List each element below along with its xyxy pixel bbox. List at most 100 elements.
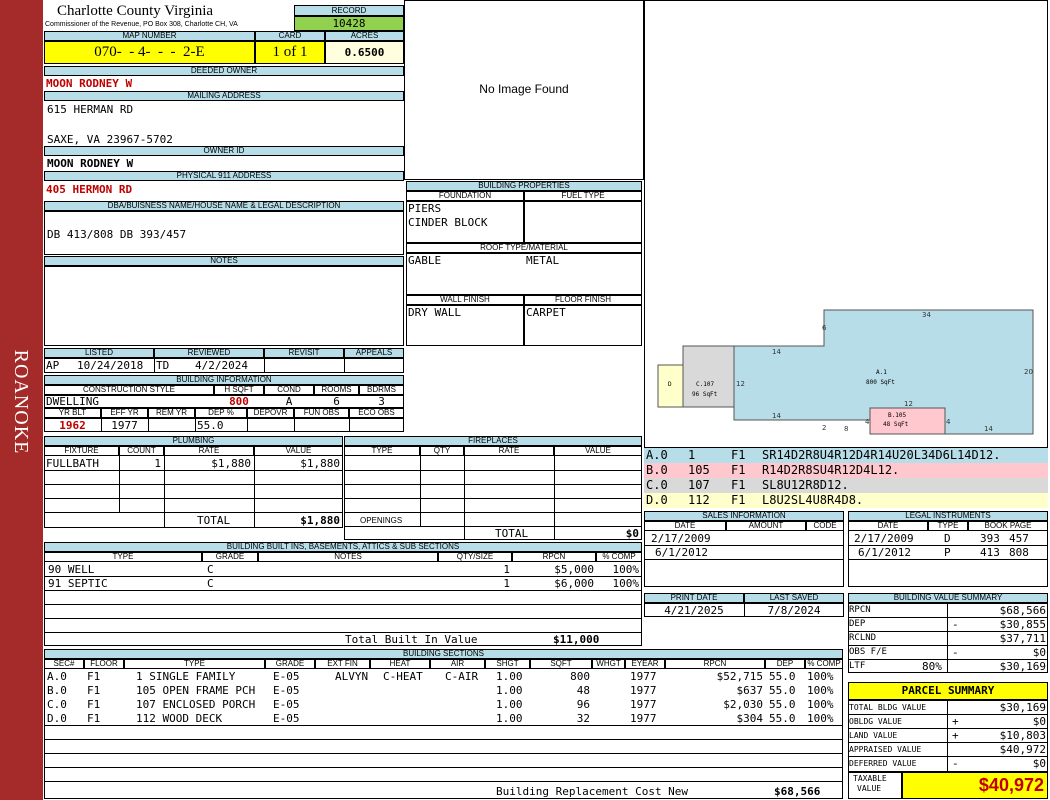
builtins-total-label: Total Built In Value: [345, 633, 478, 646]
code-str-0: SR14D2R8U4R12D4R14U20L34D6L14D12.: [762, 448, 1001, 462]
floor-finish: CARPET: [526, 306, 566, 319]
remyr-label: REM YR: [148, 408, 195, 418]
section-rpcn-0: $52,715: [716, 670, 763, 683]
parcel-value-3: $40,972: [999, 743, 1046, 756]
parcel-value-2: $10,803: [999, 729, 1046, 742]
sketch-dim: 14: [772, 412, 781, 420]
sales-col-code: CODE: [806, 521, 844, 531]
roof-box: [406, 253, 642, 295]
sec-col-extfin: EXT FIN: [315, 659, 370, 669]
section-floor-3: F1: [87, 712, 101, 725]
last-saved: 7/8/2024: [767, 604, 821, 617]
roof-material: METAL: [526, 254, 560, 267]
sec-col-shgt: SHGT: [485, 659, 530, 669]
builtin-grade-0: C: [207, 563, 214, 576]
taxable-label-2: VALUE: [857, 784, 882, 793]
section-sec-3: D.0: [47, 712, 67, 725]
builtin-grade-1: C: [207, 577, 214, 590]
section-eyear-2: 1977: [630, 698, 657, 711]
sec-col-whgt: WHGT: [592, 659, 625, 669]
physical-address-label: PHYSICAL 911 ADDRESS: [44, 171, 404, 181]
bvs-value-0: $68,566: [999, 604, 1046, 617]
section-sec-1: B.0: [47, 684, 67, 697]
acres-label: ACRES: [325, 31, 404, 41]
plumbing-value-0: $1,880: [300, 457, 340, 470]
print-date: 4/21/2025: [664, 604, 724, 617]
section-sqft-1: 48: [576, 684, 590, 697]
section-floor-0: F1: [87, 670, 101, 683]
plumbing-col-value: VALUE: [254, 446, 343, 456]
builtin-qty-1: 1: [503, 577, 510, 590]
sketch-label-b-sqft: 48 SqFt: [883, 421, 909, 428]
bvs-label-1: DEP: [849, 619, 866, 629]
listed-label: LISTED: [44, 348, 154, 358]
ecoobs-label: ECO OBS: [349, 408, 404, 418]
sketch-label-d: D: [668, 381, 672, 388]
sec-col-comp: % COMP: [805, 659, 843, 669]
roof-type: GABLE: [408, 254, 442, 267]
legal-book-1: 413: [980, 546, 1000, 559]
construction-style-label: CONSTRUCTION STYLE: [44, 385, 214, 395]
sketch-label-b: B.105: [888, 412, 906, 419]
section-shgt-1: 1.00: [496, 684, 523, 697]
commissioner-line: Commissioner of the Revenue, PO Box 308,…: [45, 21, 238, 28]
fireplaces-label: FIREPLACES: [344, 436, 642, 446]
effyr-label: EFF YR: [101, 408, 148, 418]
code-floor-2: F1: [731, 478, 746, 492]
builtins-col-type: TYPE: [44, 552, 202, 562]
sketch-dim: 12: [904, 400, 913, 408]
section-eyear-3: 1977: [630, 712, 657, 725]
plumbing-rate-0: $1,880: [211, 457, 251, 470]
sec-col-air: AIR: [430, 659, 485, 669]
bvs-value-4: $30,169: [999, 660, 1046, 673]
section-comp-1: 100%: [807, 684, 834, 697]
hsqft-label: H SQFT: [214, 385, 264, 395]
legal-page-0: 457: [1009, 532, 1029, 545]
code-floor-3: F1: [731, 493, 746, 507]
bvs-label: BUILDING VALUE SUMMARY: [848, 593, 1048, 603]
builtin-rpcn-0: $5,000: [554, 563, 594, 576]
section-air-0: C-AIR: [445, 670, 479, 683]
fireplace-col-qty: QTY: [420, 446, 464, 456]
section-dep-3: 55.0: [769, 712, 796, 725]
notes-label: NOTES: [44, 256, 404, 266]
taxable-value: $40,972: [978, 775, 1044, 795]
builtins-col-notes: NOTES: [258, 552, 438, 562]
builtin-qty-0: 1: [503, 563, 510, 576]
fireplaces-total: $0: [625, 527, 639, 540]
reviewer: TD: [156, 359, 170, 372]
plumbing-label: PLUMBING: [44, 436, 343, 446]
taxable-label-1: TAXABLE: [853, 774, 887, 783]
section-rpcn-3: $304: [736, 712, 764, 725]
section-grade-0: E-05: [273, 670, 300, 683]
section-rpcn-1: $637: [736, 684, 764, 697]
cond-label: COND: [264, 385, 314, 395]
fireplace-col-type: TYPE: [344, 446, 420, 456]
sec-col-eyear: EYEAR: [625, 659, 665, 669]
lister: AP: [46, 359, 60, 372]
rooms-value: 6: [333, 395, 340, 408]
bvs-label-3: OBS F/E: [849, 647, 887, 657]
builtin-type-1: 91 SEPTIC: [48, 577, 108, 590]
sketch-dim: 12: [736, 380, 745, 388]
roof-label: ROOF TYPE/MATERIAL: [406, 243, 642, 253]
dep-label: DEP %: [195, 408, 247, 418]
parcel-value-4: $0: [1032, 757, 1046, 770]
rooms-label: ROOMS: [314, 385, 359, 395]
sketch-label-a: A.1: [876, 369, 887, 376]
parcel-summary-title: PARCEL SUMMARY: [901, 684, 995, 697]
parcel-value-0: $30,169: [999, 701, 1046, 714]
code-floor-0: F1: [731, 448, 746, 462]
section-type-3: 112 WOOD DECK: [136, 712, 223, 725]
dba-label: DBA/BUISNESS NAME/HOUSE NAME & LEGAL DES…: [44, 201, 404, 211]
section-shgt-3: 1.00: [496, 712, 523, 725]
parcel-label-0: TOTAL BLDG VALUE: [849, 703, 927, 712]
notes-box[interactable]: [44, 266, 404, 346]
section-sqft-3: 32: [576, 712, 590, 725]
mailing-line-1: 615 HERMAN RD: [47, 103, 134, 116]
plumbing-total: $1,880: [300, 514, 340, 527]
section-sec-2: C.0: [47, 698, 67, 711]
code-floor-1: F1: [731, 463, 746, 477]
section-eyear-0: 1977: [630, 670, 657, 683]
sec-col-sec: SEC#: [44, 659, 84, 669]
